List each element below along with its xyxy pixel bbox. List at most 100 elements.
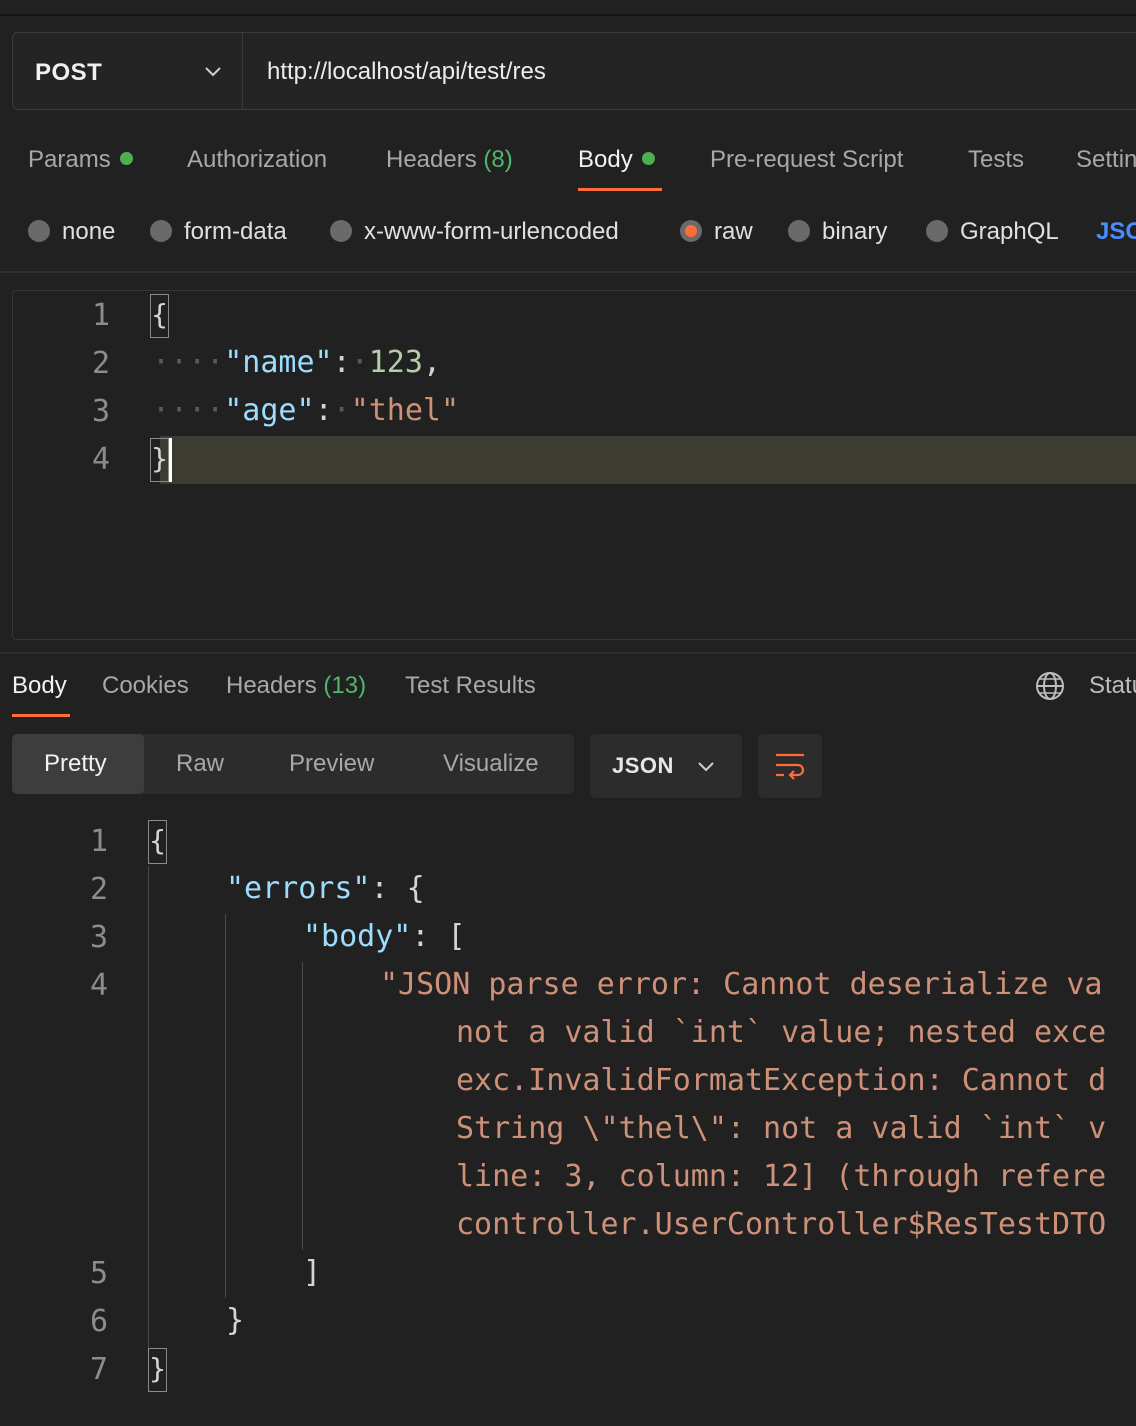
url-input[interactable]: http://localhost/api/test/res [267,58,546,86]
json-string: "thel" [350,393,460,428]
tab-headers[interactable]: Headers (8) [386,146,513,174]
response-headers-label: Headers [226,672,317,699]
tab-tests-label: Tests [968,146,1025,173]
json-colon: : [332,345,351,380]
indent-guide [148,866,149,1352]
radio-graphql[interactable]: GraphQL [926,218,1059,246]
radio-circle [28,219,50,242]
radio-circle [788,219,810,242]
matched-open-brace: { [150,294,169,338]
radio-graphql-label: GraphQL [960,218,1059,245]
json-key: "body" [303,919,412,954]
radio-form-data[interactable]: form-data [150,218,287,246]
body-language-select[interactable]: JSO [1096,218,1136,246]
radio-circle [150,219,172,242]
radio-none-label: none [62,218,116,245]
body-active-dot [641,152,655,166]
radio-urlencoded-label: x-www-form-urlencoded [364,218,619,245]
radio-binary[interactable]: binary [788,218,887,246]
tab-params[interactable]: Params [28,146,133,174]
response-headers-count: (13) [323,672,367,699]
json-bracket: [ [447,919,466,954]
radio-circle [926,219,948,242]
tab-settings-label: Settin [1076,146,1136,173]
error-message-line: controller.UserController$ResTestDTO [456,1207,1107,1242]
radio-none[interactable]: none [28,218,115,246]
tab-pre-request-script[interactable]: Pre-request Script [710,146,903,174]
code-line-3: ····"age":·"thel" [152,393,460,428]
method-label: POST [35,59,103,86]
radio-form-data-label: form-data [184,218,287,245]
section-divider [0,271,1136,273]
response-tab-test-results[interactable]: Test Results [405,672,536,700]
view-mode-raw[interactable]: Raw [176,750,224,778]
line-number: 2 [91,346,110,381]
radio-circle-selected [680,219,702,242]
json-number: 123 [368,345,423,380]
format-select[interactable]: JSON [590,734,742,798]
line-number: 4 [89,968,108,1003]
request-bar: POST http://localhost/api/test/res [12,32,1136,110]
response-line-6: } [226,1303,245,1338]
response-tab-body[interactable]: Body [12,672,67,700]
json-key: "errors" [226,871,371,906]
radio-urlencoded[interactable]: x-www-form-urlencoded [330,218,619,246]
tab-authorization[interactable]: Authorization [187,146,327,174]
response-tab-cookies[interactable]: Cookies [102,672,189,700]
pane-divider[interactable] [0,652,1136,654]
wrap-lines-icon [776,753,805,780]
error-message-line: line: 3, column: 12] (through refere [456,1159,1107,1194]
line-number: 7 [89,1352,108,1387]
line-number: 5 [89,1256,108,1291]
chevron-down-icon [698,762,714,772]
indent-guide [302,962,303,1250]
error-message-line: "JSON parse error: Cannot deserialize va [380,967,1103,1002]
chevron-down-icon [205,67,221,77]
headers-count: (8) [483,146,513,173]
view-mode-pretty[interactable]: Pretty [44,750,107,778]
tab-tests[interactable]: Tests [968,146,1024,174]
tab-headers-label: Headers [386,146,477,173]
indent-marker: ···· [152,345,225,380]
view-mode-visualize[interactable]: Visualize [443,750,539,778]
response-open-brace: { [148,820,167,864]
current-line-highlight [160,436,1136,484]
response-status: Statu [1089,672,1136,699]
response-line-3: "body": [ [303,919,466,954]
line-number: 2 [89,872,108,907]
error-message-line: not a valid `int` value; nested exce [456,1015,1107,1050]
error-message-line: exc.InvalidFormatException: Cannot d [456,1063,1107,1098]
tab-settings[interactable]: Settin [1076,146,1136,174]
line-number: 3 [91,394,110,429]
response-line-2: "errors": { [226,871,425,906]
response-tab-headers[interactable]: Headers (13) [226,672,366,700]
text-cursor [169,438,172,482]
json-colon: : [314,393,333,428]
tab-body[interactable]: Body [578,146,655,174]
indent-marker: ···· [152,393,225,428]
line-number: 1 [89,824,108,859]
method-select[interactable]: POST [13,33,243,109]
json-brace: { [406,871,425,906]
code-line-2: ····"name":·123, [152,345,441,380]
radio-circle [330,219,352,242]
response-close-brace: } [148,1348,167,1392]
line-number: 3 [89,920,108,955]
globe-icon[interactable] [1034,670,1066,702]
view-mode-preview[interactable]: Preview [289,750,374,778]
json-comma: , [422,345,441,380]
tab-params-label: Params [28,146,111,173]
indent-guide [225,914,226,1298]
top-divider [0,14,1136,16]
tab-active-indicator [578,188,662,191]
tab-body-label: Body [578,146,633,173]
radio-raw-label: raw [714,218,753,245]
radio-raw[interactable]: raw [680,218,753,246]
line-number: 6 [89,1304,108,1339]
wrap-lines-button[interactable] [758,734,822,798]
json-key: "age" [224,393,315,428]
view-mode-control: Pretty Raw Preview Visualize [12,734,574,794]
params-active-dot [119,152,133,166]
response-tab-indicator [12,714,70,717]
response-line-5: ] [303,1255,322,1290]
